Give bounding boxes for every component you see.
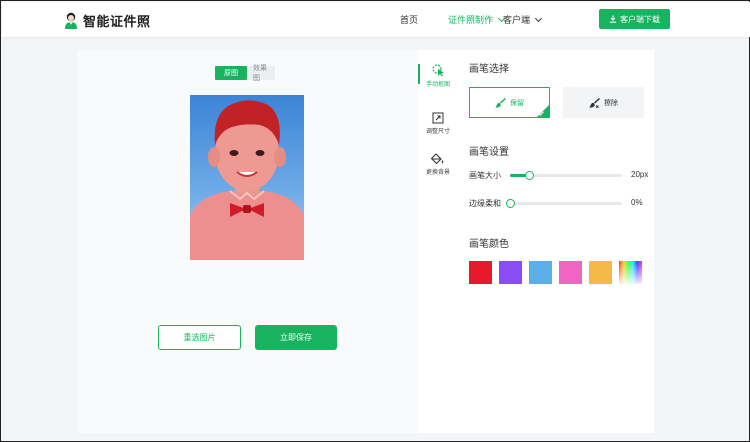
brush-size-handle[interactable] (525, 171, 535, 180)
tab-effect[interactable]: 效果图 (247, 65, 275, 82)
cursor-brush-icon (431, 64, 444, 77)
app-window: 智能证件照 首页 证件照制作 客户端 客户端下载 原图 效果图 重选图片 立即保… (0, 0, 750, 442)
color-swatch[interactable] (589, 261, 612, 284)
edge-softness-handle[interactable] (506, 199, 515, 208)
tool-manual-cutout[interactable]: 手动抠图 (418, 64, 458, 88)
view-toggle: 原图 效果图 (215, 65, 275, 82)
color-swatches (469, 261, 649, 284)
color-swatch[interactable] (469, 261, 492, 284)
nav-home-label: 首页 (400, 15, 419, 25)
edge-softness-slider[interactable] (506, 199, 622, 208)
logo-text: 智能证件照 (83, 14, 151, 29)
edge-softness-row: 边缘柔和 0% (469, 197, 654, 209)
logo[interactable]: 智能证件照 (64, 11, 151, 30)
preview-panel: 原图 效果图 重选图片 立即保存 (77, 50, 418, 433)
nav-make-label: 证件照制作 (448, 15, 494, 25)
eraser-brush-icon (589, 97, 600, 108)
edge-softness-value: 0% (631, 198, 643, 207)
brush-size-slider[interactable] (510, 171, 622, 180)
download-client-label: 客户端下载 (620, 14, 660, 24)
color-swatch[interactable] (499, 261, 522, 284)
download-icon (609, 15, 617, 23)
color-swatch[interactable] (559, 261, 582, 284)
chevron-down-icon (534, 14, 543, 22)
erase-brush-button[interactable]: 擦除 (563, 87, 644, 118)
top-header: 智能证件照 首页 证件照制作 客户端 客户端下载 (2, 2, 750, 37)
keep-brush-button[interactable]: 保留 (469, 87, 550, 118)
portrait-image (190, 100, 304, 260)
resize-icon (432, 112, 444, 124)
reselect-image-button[interactable]: 重选图片 (158, 325, 241, 350)
brush-size-row: 画笔大小 20px (469, 169, 654, 181)
tool-change-background[interactable]: 更换背景 (418, 153, 458, 176)
brush-settings-title: 画笔设置 (469, 147, 509, 158)
tool-change-background-label: 更换背景 (425, 170, 450, 176)
brush-icon (495, 97, 506, 108)
logo-person-icon (65, 12, 77, 29)
nav-make[interactable]: 证件照制作 (448, 13, 506, 26)
nav-home[interactable]: 首页 (400, 13, 418, 26)
save-now-button[interactable]: 立即保存 (255, 325, 337, 350)
tool-resize[interactable]: 调整尺寸 (418, 112, 458, 135)
paint-bucket-icon (431, 153, 444, 165)
check-icon (538, 111, 544, 116)
brush-color-title: 画笔颜色 (469, 239, 509, 250)
edge-softness-label: 边缘柔和 (469, 199, 501, 208)
erase-brush-label: 擦除 (604, 99, 618, 107)
nav-client[interactable]: 客户端 (503, 13, 543, 26)
tool-resize-label: 调整尺寸 (425, 129, 450, 135)
brush-size-value: 20px (631, 170, 649, 179)
tab-original[interactable]: 原图 (215, 66, 247, 80)
brush-settings-panel: 画笔选择 保留 擦除 画笔设置 画笔大小 20px 边缘柔和 0% 画笔颜色 (458, 50, 654, 433)
brush-size-label: 画笔大小 (469, 171, 501, 180)
id-photo-preview[interactable] (190, 95, 304, 260)
nav-client-label: 客户端 (503, 15, 531, 25)
custom-color-swatch[interactable] (619, 261, 642, 284)
color-swatch[interactable] (529, 261, 552, 284)
brush-select-title: 画笔选择 (469, 64, 509, 75)
keep-brush-label: 保留 (510, 99, 524, 107)
tool-manual-cutout-label: 手动抠图 (425, 82, 450, 88)
tool-sidebar: 手动抠图 调整尺寸 更换背景 (418, 50, 458, 433)
download-client-button[interactable]: 客户端下载 (599, 9, 670, 29)
